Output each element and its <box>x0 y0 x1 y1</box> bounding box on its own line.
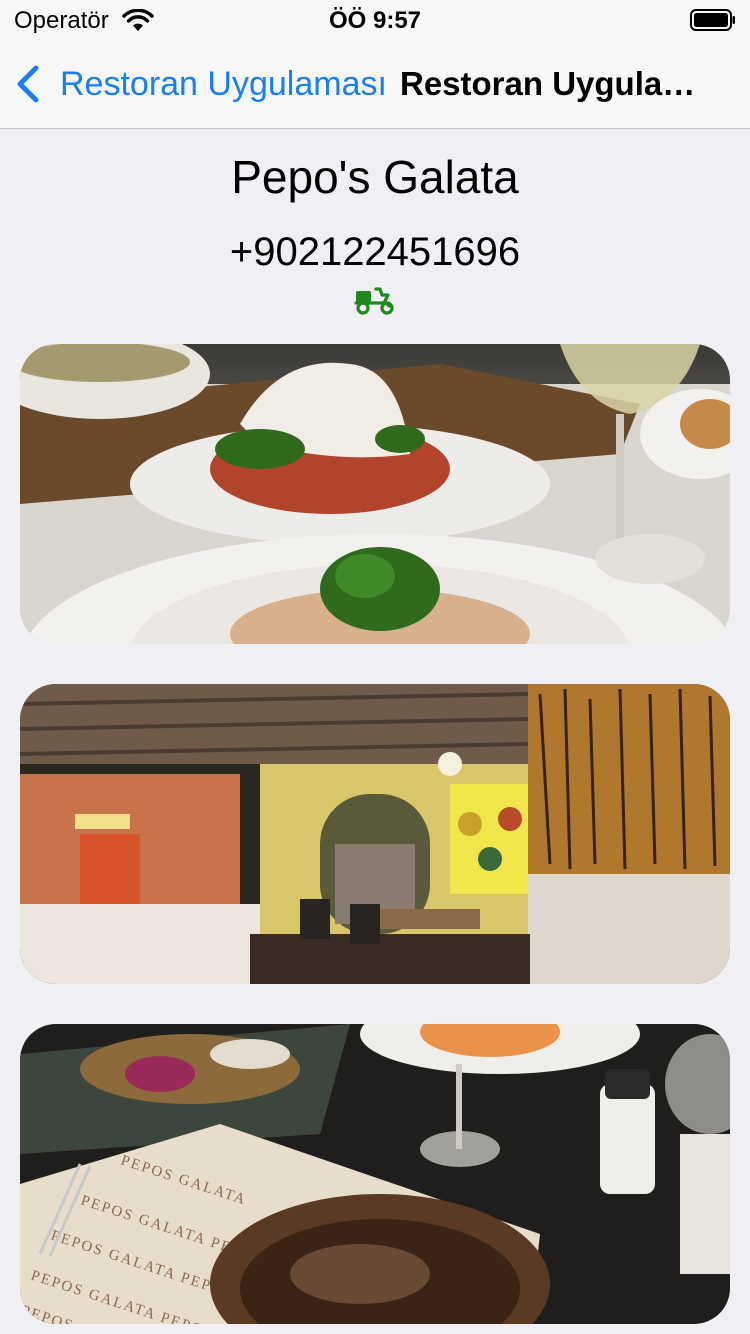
pasta-dish-image <box>20 344 730 644</box>
restaurant-photo-table[interactable]: PEPOS GALATA PEPOS GALATA PEPOS PEPOS GA… <box>20 1024 730 1324</box>
status-time: ÖÖ 9:57 <box>328 7 422 34</box>
back-button[interactable]: Restoran Uygulaması <box>14 62 387 106</box>
page-title: Restoran Uygulaması <box>400 65 700 102</box>
restaurant-photo-food[interactable] <box>20 344 730 644</box>
scooter-icon <box>354 287 394 315</box>
battery-icon <box>690 9 735 31</box>
back-button-label: Restoran Uygulaması <box>60 64 387 103</box>
chevron-left-icon <box>17 65 39 103</box>
interior-image <box>20 684 730 984</box>
table-dishes-image: PEPOS GALATA PEPOS GALATA PEPOS PEPOS GA… <box>20 1024 730 1324</box>
restaurant-phone[interactable]: +902122451696 <box>0 230 750 275</box>
status-bar: Operatör ÖÖ 9:57 <box>0 0 750 40</box>
restaurant-photo-interior[interactable] <box>20 684 730 984</box>
navigation-bar: Restoran Uygulaması Restoran Uygulaması <box>0 40 750 129</box>
restaurant-name: Pepo's Galata <box>231 151 519 203</box>
